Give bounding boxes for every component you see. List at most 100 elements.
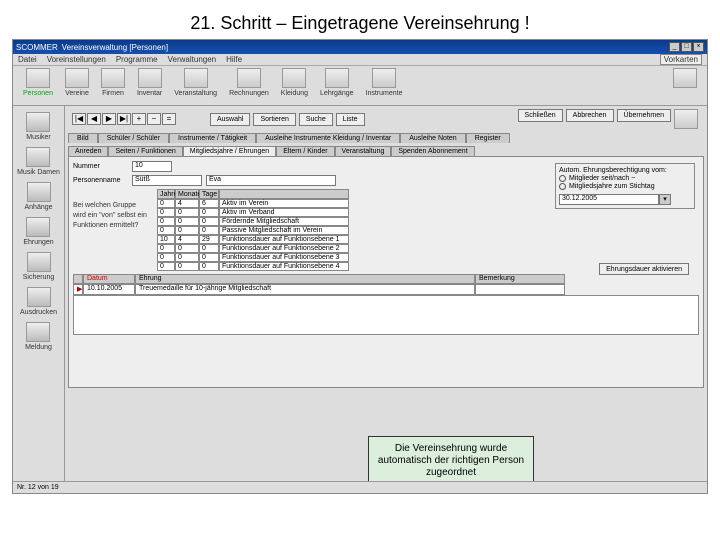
minimize-button[interactable]: _ xyxy=(669,42,680,52)
uebernehmen-button[interactable]: Übernehmen xyxy=(617,109,671,122)
nav-add-button[interactable]: + xyxy=(132,113,146,125)
toolbar-vereine[interactable]: Vereine xyxy=(59,68,95,103)
tab-mitgliedsjahre[interactable]: Mitgliedsjahre / Ehrungen xyxy=(183,146,276,156)
nav-next-button[interactable]: ▶ xyxy=(102,113,116,125)
sidebar-anhange[interactable]: Anhänge xyxy=(24,182,52,211)
titlebar: SCOMMER Vereinsverwaltung [Personen] _ □… xyxy=(13,40,707,54)
grid-cell: 0 xyxy=(175,226,199,235)
tab-anreden[interactable]: Anreden xyxy=(68,146,108,156)
grid-row[interactable]: 000Aktiv im Verband xyxy=(157,208,349,217)
menu-file[interactable]: Datei xyxy=(18,55,37,64)
toolbar-lehrgaenge[interactable]: Lehrgänge xyxy=(314,68,359,103)
sidebar-sicherung[interactable]: Sicherung xyxy=(23,252,55,281)
sidebar-musik-damen[interactable]: Musik Damen xyxy=(17,147,60,176)
nav-prev-button[interactable]: ◀ xyxy=(87,113,101,125)
toolbar-rechnungen[interactable]: Rechnungen xyxy=(223,68,275,103)
stichtag-date-field[interactable]: 30.12.2005 xyxy=(559,194,659,205)
toolbar-kleidung[interactable]: Kleidung xyxy=(275,68,314,103)
ok-icon xyxy=(674,109,698,129)
toolbar-label: Instrumente xyxy=(366,90,403,97)
grid-cell: 29 xyxy=(199,235,219,244)
menu-settings[interactable]: Voreinstellungen xyxy=(47,55,106,64)
tab-ausleihe-noten[interactable]: Ausleihe Noten xyxy=(400,133,465,143)
sidebar-ehrungen[interactable]: Ehrungen xyxy=(23,217,53,246)
toolbar-right-icon[interactable] xyxy=(667,68,703,103)
auto-ehrung-box: Autom. Ehrungsberechtigung vom: Mitglied… xyxy=(555,163,695,209)
tab-veranstaltung[interactable]: Veranstaltung xyxy=(335,146,392,156)
tab-row-2: Anreden Seiten / Funktionen Mitgliedsjah… xyxy=(68,146,704,156)
sidebar-ausdrucken[interactable]: Ausdrucken xyxy=(20,287,57,316)
tab-spenden[interactable]: Spenden Abonnement xyxy=(391,146,474,156)
toolbar-label: Firmen xyxy=(102,90,124,97)
nummer-label: Nummer xyxy=(73,163,128,170)
nachname-field[interactable]: Eva xyxy=(206,175,336,186)
inventory-icon xyxy=(138,68,162,88)
sidebar: Musiker Musik Damen Anhänge Ehrungen Sic… xyxy=(13,106,65,481)
misc-icon xyxy=(673,68,697,88)
grid-row[interactable]: 10429Funktionsdauer auf Funktionsebene 1 xyxy=(157,235,349,244)
language-button[interactable]: Vorkarten xyxy=(660,54,702,65)
tab-eltern[interactable]: Eltern / Kinder xyxy=(276,146,334,156)
tab-seiten[interactable]: Seiten / Funktionen xyxy=(108,146,182,156)
sidebar-meldung[interactable]: Meldung xyxy=(25,322,52,351)
tab-instrumente[interactable]: Instrumente / Tätigkeit xyxy=(169,133,256,143)
sidebar-label: Ausdrucken xyxy=(20,309,57,316)
nummer-field[interactable]: 10 xyxy=(132,161,172,172)
slide-title: 21. Schritt – Eingetragene Vereinsehrung… xyxy=(0,0,720,39)
grid-cell: 0 xyxy=(199,244,219,253)
tab-register[interactable]: Register xyxy=(466,133,510,143)
toolbar-veranstaltung[interactable]: Veranstaltung xyxy=(168,68,223,103)
entry-row[interactable]: ▶ 10.10.2005 Treuemedaille für 10-jährig… xyxy=(73,284,699,295)
suche-button[interactable]: Suche xyxy=(299,113,333,126)
toolbar-personen[interactable]: Personen xyxy=(17,68,59,103)
grid-row[interactable]: 046Aktiv im Verein xyxy=(157,199,349,208)
ehrungsdauer-button[interactable]: Ehrungsdauer aktivieren xyxy=(599,263,689,275)
grid-header-jahre: Jahre xyxy=(157,189,175,199)
date-dropdown-button[interactable]: ▾ xyxy=(659,194,671,205)
radio-label: Mitglieder seit/nach ~ xyxy=(569,175,635,182)
grid-cell: 0 xyxy=(157,208,175,217)
abbrechen-button[interactable]: Abbrechen xyxy=(566,109,614,122)
toolbar-inventar[interactable]: Inventar xyxy=(131,68,168,103)
toolbar-label: Rechnungen xyxy=(229,90,269,97)
grid-cell: 0 xyxy=(199,253,219,262)
grid-row[interactable]: 000Passive Mitgliedschaft im Verein xyxy=(157,226,349,235)
clothing-icon xyxy=(282,68,306,88)
toolbar-instrumente[interactable]: Instrumente xyxy=(360,68,409,103)
sortieren-button[interactable]: Sortieren xyxy=(253,113,295,126)
entry-header-ehrung: Ehrung xyxy=(135,274,475,284)
nav-eq-button[interactable]: = xyxy=(162,113,176,125)
menu-admin[interactable]: Verwaltungen xyxy=(168,55,216,64)
grid-cell: 4 xyxy=(175,235,199,244)
menubar: Datei Voreinstellungen Programme Verwalt… xyxy=(13,54,707,66)
grid-row[interactable]: 000Funktionsdauer auf Funktionsebene 3 xyxy=(157,253,349,262)
radio-opt2[interactable] xyxy=(559,183,566,190)
grid-row[interactable]: 000Fördernde Mitgliedschaft xyxy=(157,217,349,226)
tab-schueler[interactable]: Schüler / Schüler xyxy=(98,133,169,143)
tab-ausleihe-inv[interactable]: Ausleihe Instrumente Kleidung / Inventar xyxy=(256,133,400,143)
nav-last-button[interactable]: ▶| xyxy=(117,113,131,125)
nav-remove-button[interactable]: − xyxy=(147,113,161,125)
toolbar-firmen[interactable]: Firmen xyxy=(95,68,131,103)
radio-opt1[interactable] xyxy=(559,175,566,182)
sidebar-label: Anhänge xyxy=(24,204,52,211)
tab-bild[interactable]: Bild xyxy=(68,133,98,143)
grid-header-monate: Monate xyxy=(175,189,199,199)
grid-row[interactable]: 000Funktionsdauer auf Funktionsebene 4 xyxy=(157,262,349,271)
sidebar-label: Meldung xyxy=(25,344,52,351)
menu-help[interactable]: Hilfe xyxy=(226,55,242,64)
vorname-field[interactable]: Sütß xyxy=(132,175,202,186)
menu-programs[interactable]: Programme xyxy=(116,55,158,64)
toolbar-label: Veranstaltung xyxy=(174,90,217,97)
maximize-button[interactable]: □ xyxy=(681,42,692,52)
auswahl-button[interactable]: Auswahl xyxy=(210,113,250,126)
sidebar-musiker[interactable]: Musiker xyxy=(26,112,51,141)
grid-cell: 4 xyxy=(175,199,199,208)
liste-button[interactable]: Liste xyxy=(336,113,365,126)
grid-row[interactable]: 000Funktionsdauer auf Funktionsebene 2 xyxy=(157,244,349,253)
schliessen-button[interactable]: Schließen xyxy=(518,109,563,122)
content-area: |◀ ◀ ▶ ▶| + − = Auswahl Sortieren Suche … xyxy=(65,106,707,481)
grid-cell: 0 xyxy=(175,208,199,217)
close-button[interactable]: × xyxy=(693,42,704,52)
nav-first-button[interactable]: |◀ xyxy=(72,113,86,125)
